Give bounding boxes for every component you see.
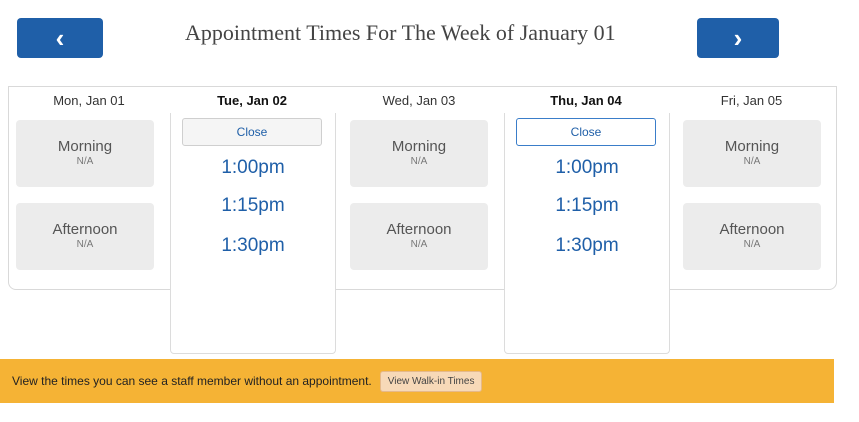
chevron-left-icon: ‹ [55, 22, 65, 53]
day-header-tue: Tue, Jan 02 [217, 92, 287, 108]
slot-availability: N/A [743, 156, 761, 167]
walkin-text: View the times you can see a staff membe… [12, 374, 372, 388]
slot-label: Morning [724, 138, 780, 155]
fri-morning-slot[interactable]: Morning N/A [683, 120, 821, 187]
slot-label: Afternoon [719, 221, 785, 238]
slot-availability: N/A [743, 239, 761, 250]
slot-availability: N/A [410, 156, 428, 167]
slot-availability: N/A [410, 239, 428, 250]
day-header-mon: Mon, Jan 01 [53, 92, 125, 108]
chevron-right-icon: › [733, 22, 743, 53]
slot-availability: N/A [76, 156, 94, 167]
previous-week-button[interactable]: ‹ [17, 18, 103, 58]
tue-expanded-column: Close 1:00pm 1:15pm 1:30pm [170, 113, 336, 354]
tue-close-button[interactable]: Close [182, 118, 322, 146]
tue-time-slot[interactable]: 1:00pm [171, 157, 335, 179]
thu-expanded-column: Close 1:00pm 1:15pm 1:30pm [504, 113, 670, 354]
view-walkin-times-button[interactable]: View Walk-in Times [379, 370, 483, 392]
day-header-thu: Thu, Jan 04 [550, 92, 622, 108]
slot-label: Morning [57, 138, 113, 155]
mon-morning-slot[interactable]: Morning N/A [16, 120, 154, 187]
wed-afternoon-slot[interactable]: Afternoon N/A [350, 203, 488, 270]
day-header-wed: Wed, Jan 03 [382, 92, 456, 108]
wed-morning-slot[interactable]: Morning N/A [350, 120, 488, 187]
thu-time-slot[interactable]: 1:00pm [505, 157, 669, 179]
walkin-banner: View the times you can see a staff membe… [0, 359, 834, 403]
mon-afternoon-slot[interactable]: Afternoon N/A [16, 203, 154, 270]
thu-time-slot[interactable]: 1:15pm [505, 195, 669, 217]
page-title: Appointment Times For The Week of Januar… [185, 20, 616, 45]
tue-time-slot[interactable]: 1:30pm [171, 235, 335, 257]
day-header-fri: Fri, Jan 05 [720, 92, 783, 108]
slot-label: Morning [391, 138, 447, 155]
thu-time-slot[interactable]: 1:30pm [505, 235, 669, 257]
tue-time-slot[interactable]: 1:15pm [171, 195, 335, 217]
next-week-button[interactable]: › [697, 18, 779, 58]
slot-availability: N/A [76, 239, 94, 250]
slot-label: Afternoon [386, 221, 452, 238]
fri-afternoon-slot[interactable]: Afternoon N/A [683, 203, 821, 270]
slot-label: Afternoon [52, 221, 118, 238]
thu-close-button[interactable]: Close [516, 118, 656, 146]
